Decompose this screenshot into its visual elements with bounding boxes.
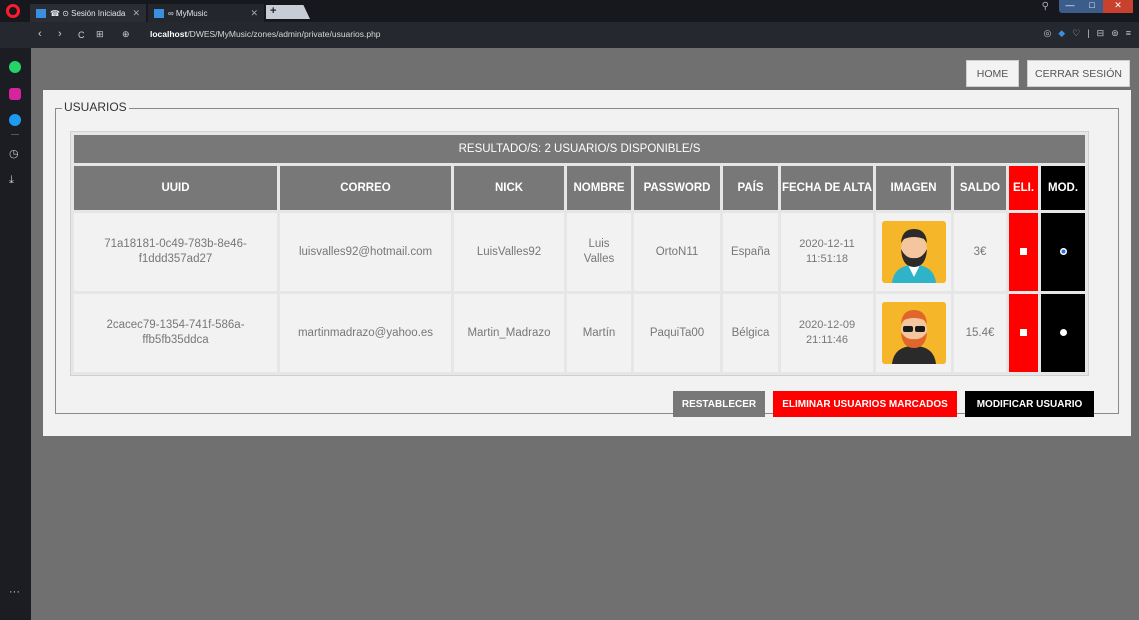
col-eliminar: ELI.	[1009, 166, 1038, 210]
favorites-heart-icon[interactable]: ♡	[1072, 28, 1080, 39]
tab-favicon-icon	[154, 8, 164, 18]
users-fieldset: USUARIOS RESULTADO/S: 2 USUARIO/S DISPON…	[55, 100, 1119, 417]
tabs-panel-icon[interactable]: ⊟	[1097, 28, 1105, 39]
logout-button[interactable]: CERRAR SESIÓN	[1027, 60, 1130, 87]
cell-uuid: 2cacec79-1354-741f-586a-ffb5fb35ddca	[74, 294, 277, 372]
col-nombre: NOMBRE	[567, 166, 631, 210]
speed-dial-icon[interactable]: ⊞	[96, 29, 104, 40]
new-tab-button[interactable]: +	[266, 5, 310, 19]
section-legend: USUARIOS	[62, 100, 129, 114]
cell-nombre: Martín	[567, 294, 631, 372]
modify-radio[interactable]	[1059, 328, 1067, 336]
browser-sidebar: ◷ ⤓ ···	[0, 48, 31, 620]
col-saldo: SALDO	[954, 166, 1006, 210]
maximize-button[interactable]: □	[1081, 0, 1103, 13]
users-panel: USUARIOS RESULTADO/S: 2 USUARIO/S DISPON…	[43, 90, 1131, 436]
col-imagen: IMAGEN	[876, 166, 951, 210]
table-row: 71a18181-0c49-783b-8e46-f1ddd357ad27 lui…	[74, 213, 1085, 291]
home-button[interactable]: HOME	[966, 60, 1019, 87]
cell-saldo: 15.4€	[954, 294, 1006, 372]
delete-selected-button[interactable]: ELIMINAR USUARIOS MARCADOS	[773, 391, 957, 417]
reload-button[interactable]: C	[78, 30, 85, 40]
tab-sesion-iniciada[interactable]: ☎ ⊙ Sesión Iniciada ✕	[30, 4, 146, 22]
whatsapp-icon[interactable]	[9, 61, 21, 73]
opera-logo-icon[interactable]	[6, 4, 20, 18]
cell-fecha: 2020-12-09 21:11:46	[781, 294, 873, 372]
delete-checkbox[interactable]	[1020, 328, 1027, 336]
col-uuid: UUID	[74, 166, 277, 210]
tab-close-icon[interactable]: ✕	[132, 8, 140, 19]
search-tabs-icon[interactable]: ⚲	[1042, 1, 1049, 12]
col-fecha-alta: FECHA DE ALTA	[781, 166, 873, 210]
cell-pais: España	[723, 213, 778, 291]
cell-nombre: Luis Valles	[567, 213, 631, 291]
delete-checkbox[interactable]	[1020, 247, 1027, 255]
modify-radio[interactable]	[1059, 247, 1067, 255]
col-correo: CORREO	[280, 166, 451, 210]
reset-button[interactable]: RESTABLECER	[673, 391, 765, 417]
cell-nick: LuisValles92	[454, 213, 564, 291]
url-path: /DWES/MyMusic/zones/admin/private/usuari…	[187, 29, 381, 39]
extensions-icon[interactable]: ⊚	[1111, 28, 1119, 39]
col-password: PASSWORD	[634, 166, 720, 210]
col-pais: PAÍS	[723, 166, 778, 210]
page-content: HOME CERRAR SESIÓN USUARIOS RESULTADO/S:…	[31, 48, 1139, 620]
table-row: 2cacec79-1354-741f-586a-ffb5fb35ddca mar…	[74, 294, 1085, 372]
cell-nick: Martin_Madrazo	[454, 294, 564, 372]
cell-imagen	[876, 213, 951, 291]
tab-mymusic[interactable]: ∞ MyMusic ✕	[148, 4, 264, 22]
downloads-icon[interactable]: ⤓	[9, 174, 14, 187]
cell-fecha: 2020-12-11 11:51:18	[781, 213, 873, 291]
col-nick: NICK	[454, 166, 564, 210]
instagram-icon[interactable]	[9, 88, 21, 100]
modify-radio-cell[interactable]	[1041, 213, 1085, 291]
col-modificar: MOD.	[1041, 166, 1085, 210]
cell-saldo: 3€	[954, 213, 1006, 291]
tab-favicon-icon	[36, 8, 46, 18]
sidebar-more-icon[interactable]: ···	[9, 586, 20, 598]
user-avatar-sunglasses-icon	[881, 302, 946, 364]
cell-pais: Bélgica	[723, 294, 778, 372]
site-info-icon[interactable]: ⊕	[122, 29, 130, 40]
cell-uuid: 71a18181-0c49-783b-8e46-f1ddd357ad27	[74, 213, 277, 291]
modify-user-button[interactable]: MODIFICAR USUARIO	[965, 391, 1094, 417]
easy-setup-menu-icon[interactable]: ≡	[1126, 28, 1131, 39]
snapshot-icon[interactable]: ◎	[1043, 28, 1051, 39]
minimize-button[interactable]: —	[1059, 0, 1081, 13]
close-window-button[interactable]: ✕	[1103, 0, 1133, 13]
cell-password: PaquiTa00	[634, 294, 720, 372]
window-controls: ⚲ — □ ✕	[1042, 0, 1133, 13]
delete-checkbox-cell[interactable]	[1009, 213, 1038, 291]
delete-checkbox-cell[interactable]	[1009, 294, 1038, 372]
tab-label: ☎ ⊙ Sesión Iniciada	[50, 8, 126, 18]
sidebar-divider	[11, 134, 19, 135]
cell-correo: luisvalles92@hotmail.com	[280, 213, 451, 291]
url-field[interactable]: localhost/DWES/MyMusic/zones/admin/priva…	[150, 29, 381, 39]
modify-radio-cell[interactable]	[1041, 294, 1085, 372]
history-clock-icon[interactable]: ◷	[9, 147, 19, 160]
users-table: RESULTADO/S: 2 USUARIO/S DISPONIBLE/S UU…	[70, 131, 1089, 376]
vpn-shield-icon[interactable]: ◆	[1058, 28, 1065, 39]
tab-label: ∞ MyMusic	[168, 8, 208, 18]
toolbar-divider: |	[1087, 28, 1090, 38]
url-host: localhost	[150, 29, 188, 39]
browser-titlebar: ☎ ⊙ Sesión Iniciada ✕ ∞ MyMusic ✕ + ⚲ — …	[0, 0, 1139, 22]
twitter-icon[interactable]	[9, 114, 21, 126]
back-button[interactable]: ‹	[38, 28, 42, 40]
cell-imagen	[876, 294, 951, 372]
forward-button[interactable]: ›	[58, 28, 62, 40]
cell-password: OrtoN11	[634, 213, 720, 291]
cell-correo: martinmadrazo@yahoo.es	[280, 294, 451, 372]
result-count-header: RESULTADO/S: 2 USUARIO/S DISPONIBLE/S	[74, 135, 1085, 163]
address-bar: ‹ › C ⊞ ⊕ localhost/DWES/MyMusic/zones/a…	[0, 22, 1139, 48]
toolbar-right: ◎ ◆ ♡ | ⊟ ⊚ ≡	[1043, 28, 1131, 39]
user-avatar-bearded-icon	[881, 221, 946, 283]
tab-close-icon[interactable]: ✕	[250, 8, 258, 19]
